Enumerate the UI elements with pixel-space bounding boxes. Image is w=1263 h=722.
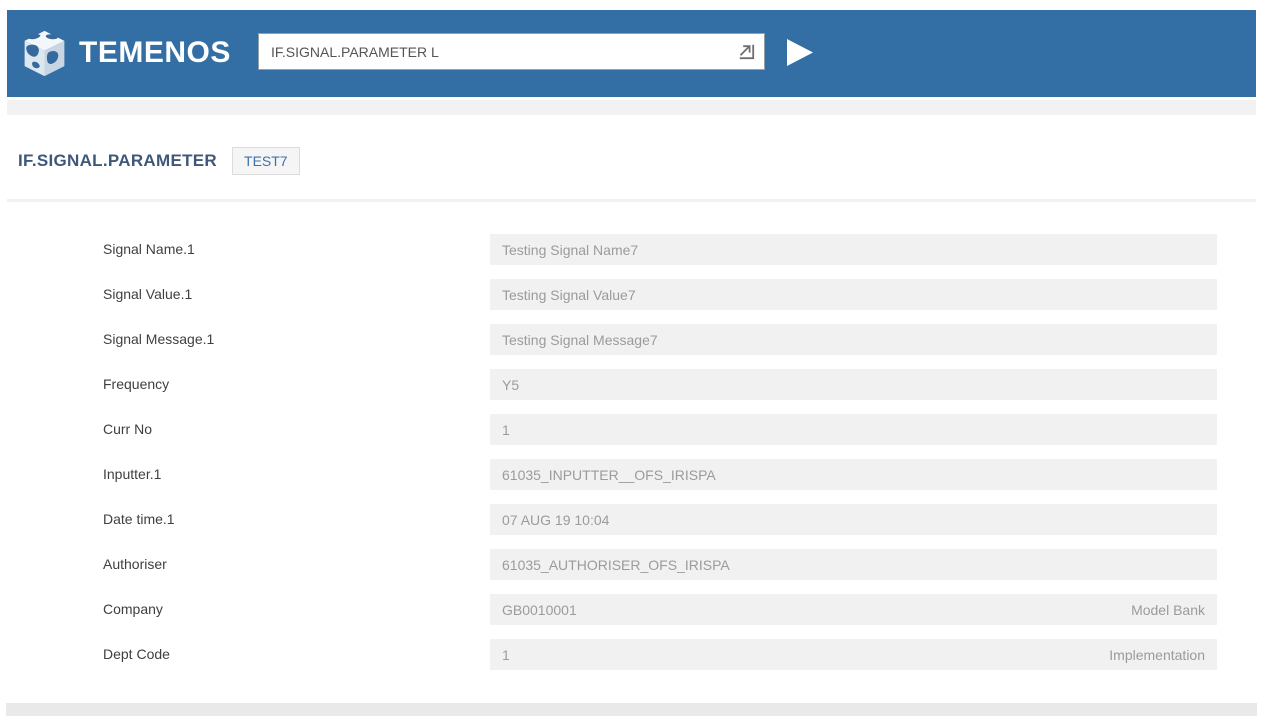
record-form: Signal Name.1 Testing Signal Name7 Signa… <box>0 227 1263 677</box>
command-input[interactable] <box>259 34 733 69</box>
field-value-text: Y5 <box>502 377 519 393</box>
field-value-text: 61035_AUTHORISER_OFS_IRISPA <box>502 557 730 573</box>
form-row: Inputter.1 61035_INPUTTER__OFS_IRISPA <box>0 452 1263 497</box>
field-value-text: GB0010001 <box>502 602 577 618</box>
field-value[interactable]: 1 <box>490 414 1217 445</box>
brand-name: TEMENOS <box>79 38 231 68</box>
field-enrichment: Model Bank <box>1131 602 1205 618</box>
play-icon <box>786 39 814 66</box>
field-label: Curr No <box>103 407 152 452</box>
footer-bar <box>6 703 1257 716</box>
launch-icon[interactable] <box>733 39 759 65</box>
field-value[interactable]: 61035_AUTHORISER_OFS_IRISPA <box>490 549 1217 580</box>
form-row: Date time.1 07 AUG 19 10:04 <box>0 497 1263 542</box>
form-row: Authoriser 61035_AUTHORISER_OFS_IRISPA <box>0 542 1263 587</box>
field-label: Authoriser <box>103 542 167 587</box>
field-enrichment: Implementation <box>1109 647 1205 663</box>
field-value-text: 07 AUG 19 10:04 <box>502 512 609 528</box>
field-label: Signal Name.1 <box>103 227 195 272</box>
form-row: Dept Code 1 Implementation <box>0 632 1263 677</box>
title-row: IF.SIGNAL.PARAMETER TEST7 <box>18 146 300 176</box>
brand-logo[interactable]: TEMENOS <box>21 27 231 79</box>
field-value[interactable]: Y5 <box>490 369 1217 400</box>
field-label: Dept Code <box>103 632 170 677</box>
field-value-text: 1 <box>502 647 510 663</box>
field-value[interactable]: 61035_INPUTTER__OFS_IRISPA <box>490 459 1217 490</box>
field-value-text: Testing Signal Value7 <box>502 287 636 303</box>
top-banner: TEMENOS <box>7 10 1256 97</box>
run-command-button[interactable] <box>784 36 818 68</box>
field-label: Company <box>103 587 163 632</box>
field-label: Signal Message.1 <box>103 317 214 362</box>
field-value-text: Testing Signal Message7 <box>502 332 658 348</box>
command-bar <box>258 33 765 70</box>
form-row: Frequency Y5 <box>0 362 1263 407</box>
field-value[interactable]: 1 Implementation <box>490 639 1217 670</box>
field-value[interactable]: Testing Signal Message7 <box>490 324 1217 355</box>
field-value-text: Testing Signal Name7 <box>502 242 638 258</box>
field-value[interactable]: Testing Signal Name7 <box>490 234 1217 265</box>
field-label: Inputter.1 <box>103 452 161 497</box>
field-value[interactable]: 07 AUG 19 10:04 <box>490 504 1217 535</box>
subheader-strip <box>7 100 1256 115</box>
field-value-text: 1 <box>502 422 510 438</box>
field-label: Signal Value.1 <box>103 272 192 317</box>
field-label: Frequency <box>103 362 169 407</box>
divider <box>7 199 1256 202</box>
form-row: Signal Value.1 Testing Signal Value7 <box>0 272 1263 317</box>
field-label: Date time.1 <box>103 497 175 542</box>
form-row: Curr No 1 <box>0 407 1263 452</box>
page-title: IF.SIGNAL.PARAMETER <box>18 151 217 171</box>
field-value-text: 61035_INPUTTER__OFS_IRISPA <box>502 467 716 483</box>
form-row: Signal Message.1 Testing Signal Message7 <box>0 317 1263 362</box>
field-value[interactable]: Testing Signal Value7 <box>490 279 1217 310</box>
field-value[interactable]: GB0010001 Model Bank <box>490 594 1217 625</box>
record-id-badge[interactable]: TEST7 <box>232 147 300 175</box>
globe-icon <box>21 29 68 78</box>
form-row: Signal Name.1 Testing Signal Name7 <box>0 227 1263 272</box>
form-row: Company GB0010001 Model Bank <box>0 587 1263 632</box>
